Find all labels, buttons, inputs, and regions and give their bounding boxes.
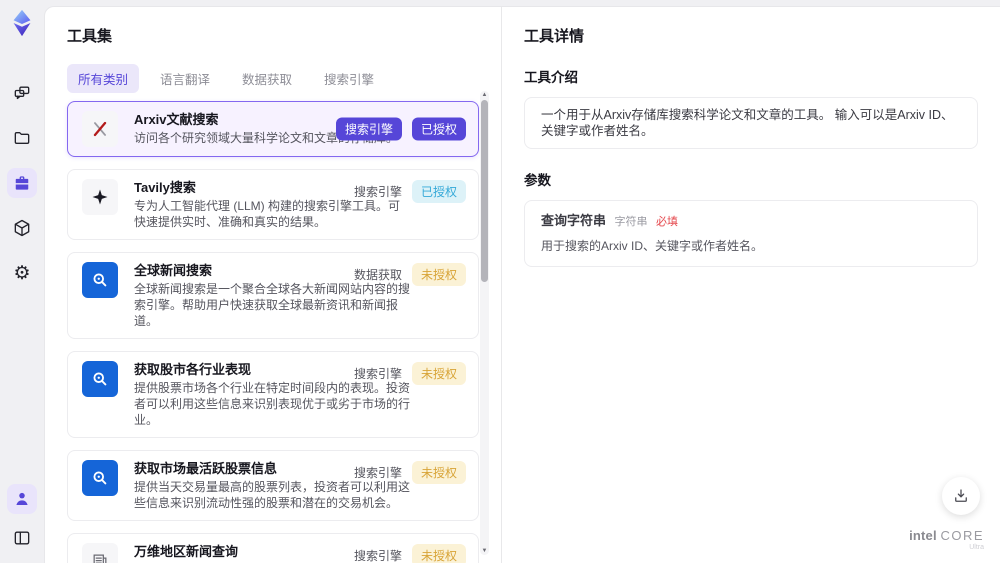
tool-detail-panel: 工具详情 工具介绍 一个用于从Arxiv存储库搜索科学论文和文章的工具。 输入可…: [501, 7, 1000, 563]
category-tag: 搜索引擎: [335, 117, 402, 141]
auth-status-badge: 未授权: [411, 263, 466, 286]
tool-description: 全球新闻搜索是一个聚合全球各大新闻网站内容的搜索引擎。帮助用户快速获取全球最新资…: [134, 282, 411, 328]
stock-sector-icon: [82, 361, 118, 397]
download-button[interactable]: [942, 477, 980, 515]
main-shell: 工具集 所有类别 语言翻译 数据获取 搜索引擎 Arxiv文献搜索 访问各个研究领域大量…: [44, 6, 1000, 563]
auth-status-badge: 已授权: [411, 117, 466, 141]
parameter-description: 用于搜索的Arxiv ID、关键字或作者姓名。: [541, 239, 764, 253]
tool-card[interactable]: Tavily搜索 专为人工智能代理 (LLM) 构建的搜索引擎工具。可快速提供实时…: [67, 169, 479, 240]
scrollbar-thumb[interactable]: [481, 100, 488, 282]
tool-tags: 搜索引擎 未授权: [354, 362, 466, 385]
parameter-required-badge: 必填: [655, 216, 678, 228]
folder-icon: [12, 128, 32, 148]
sidebar-item-settings[interactable]: ⚙: [7, 258, 37, 288]
auth-status-badge: 未授权: [411, 362, 466, 385]
detail-title: 工具详情: [524, 28, 585, 45]
sidebar-item-collapse[interactable]: [7, 523, 37, 553]
tool-card[interactable]: 万维地区新闻查询查询具体行政区划内的新闻，快速了解各地新闻动搜索引擎未授权: [67, 533, 479, 563]
intel-wordmark: intel: [909, 528, 937, 543]
sidebar-item-files[interactable]: [7, 123, 37, 153]
parameter-type: 字符串: [614, 216, 648, 228]
parameter-head: 查询字符串 字符串 必填: [541, 213, 961, 230]
tool-tags: 搜索引擎 已授权: [335, 117, 466, 141]
tab-search-engine[interactable]: 搜索引擎: [313, 64, 385, 93]
gear-icon: ⚙: [13, 262, 31, 284]
category-tabs: 所有类别 语言翻译 数据获取 搜索引擎: [67, 64, 501, 93]
tool-tags: 搜索引擎 未授权: [354, 544, 466, 563]
sidebar-item-user[interactable]: [7, 484, 37, 514]
news-search-icon: [82, 262, 118, 298]
category-tag: 搜索引擎: [353, 466, 402, 480]
chat-icon: [12, 83, 32, 103]
tool-card[interactable]: Arxiv文献搜索 访问各个研究领域大量科学论文和文章的存储库。 搜索引擎 已授权: [67, 101, 479, 157]
intro-heading: 工具介绍: [524, 70, 578, 85]
arxiv-icon: [82, 111, 118, 147]
tool-tags: 数据获取 未授权: [354, 263, 466, 286]
category-tag: 搜索引擎: [353, 549, 402, 563]
tab-all-categories[interactable]: 所有类别: [67, 64, 140, 93]
tool-tags: 搜索引擎 已授权: [354, 180, 466, 203]
tool-list: Arxiv文献搜索 访问各个研究领域大量科学论文和文章的存储库。 搜索引擎 已授权 Ta…: [67, 101, 479, 563]
auth-status-badge: 未授权: [411, 461, 466, 484]
auth-status-badge: 已授权: [411, 180, 466, 203]
sidebar-item-chat[interactable]: [7, 78, 37, 108]
collapse-panel-icon: [12, 528, 32, 548]
page-title: 工具集: [67, 28, 113, 45]
tool-list-panel: 工具集 所有类别 语言翻译 数据获取 搜索引擎 Arxiv文献搜索 访问各个研究领域大量…: [45, 7, 501, 563]
scroll-up-icon[interactable]: ▲: [480, 91, 489, 99]
intel-sub-label: Ultra: [969, 544, 984, 551]
scroll-down-icon[interactable]: ▼: [480, 547, 489, 555]
tab-data-fetch[interactable]: 数据获取: [231, 64, 303, 93]
download-icon: [952, 487, 970, 505]
auth-status-badge: 未授权: [411, 544, 466, 563]
tavily-star-icon: [82, 179, 118, 215]
user-icon: [12, 489, 32, 509]
toolbox-icon: [12, 173, 32, 193]
parameter-name: 查询字符串: [541, 213, 607, 228]
tool-card[interactable]: 全球新闻搜索 全球新闻搜索是一个聚合全球各大新闻网站内容的搜索引擎。帮助用户快速获…: [67, 252, 479, 339]
cube-icon: [12, 218, 32, 238]
tool-tags: 搜索引擎 未授权: [354, 461, 466, 484]
tool-card[interactable]: 获取股市各行业表现 提供股票市场各个行业在特定时间段内的表现。投资者可以利用这些信…: [67, 351, 479, 438]
category-tag: 搜索引擎: [353, 185, 402, 199]
left-rail: ⚙: [0, 0, 44, 563]
regional-news-icon: [82, 543, 118, 563]
scrollbar[interactable]: ▲ ▼: [480, 91, 489, 555]
tool-intro-text: 一个用于从Arxiv存储库搜索科学论文和文章的工具。 输入可以是Arxiv ID…: [524, 97, 978, 149]
category-tag: 搜索引擎: [353, 367, 402, 381]
tool-description: 提供股票市场各个行业在特定时间段内的表现。投资者可以利用这些信息来识别表现优于或…: [134, 381, 411, 427]
sidebar-bottom: [7, 484, 37, 553]
tab-language-translation[interactable]: 语言翻译: [149, 64, 221, 93]
sidebar-nav: ⚙: [7, 78, 37, 288]
params-heading: 参数: [524, 173, 551, 188]
app-logo-icon[interactable]: [7, 8, 37, 38]
sidebar-item-packages[interactable]: [7, 213, 37, 243]
tool-card[interactable]: 获取市场最活跃股票信息 提供当天交易量最高的股票列表，投资者可以利用这些信息来识别…: [67, 450, 479, 521]
active-stocks-icon: [82, 460, 118, 496]
core-wordmark: CORE: [940, 528, 984, 543]
sidebar-item-tools[interactable]: [7, 168, 37, 198]
parameter-card: 查询字符串 字符串 必填 用于搜索的Arxiv ID、关键字或作者姓名。: [524, 200, 978, 267]
intel-core-logo: intel CORE Ultra: [909, 529, 984, 551]
category-tag: 数据获取: [353, 268, 402, 282]
